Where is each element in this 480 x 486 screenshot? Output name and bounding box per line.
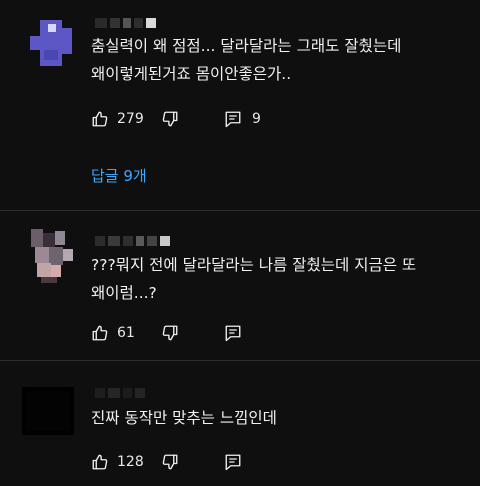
like-count: 128 — [117, 454, 144, 470]
comment-2: ???뭐지 전에 달라달라는 나름 잘췄는데 지금은 또 왜이럼...? 61 — [0, 211, 480, 359]
avatar[interactable] — [22, 14, 76, 68]
author-name[interactable] — [95, 382, 148, 398]
author-name[interactable] — [95, 230, 173, 246]
author-name[interactable] — [95, 12, 159, 28]
like-count: 279 — [117, 111, 144, 127]
thumbs-down-icon — [161, 110, 179, 128]
avatar[interactable] — [20, 381, 76, 437]
thumbs-down-icon — [161, 453, 179, 471]
comment-1: 춤실력이 왜 점점... 달라달라는 그래도 잘췄는데 왜이렇게된거죠 몸이안좋… — [0, 0, 480, 210]
comment-text: 진짜 동작만 맞추는 느낌인데 — [91, 409, 277, 427]
comment-actions: 279 9 — [91, 107, 471, 131]
comment-actions: 61 — [91, 321, 471, 345]
comment-text: ???뭐지 전에 달라달라는 나름 잘췄는데 지금은 또 왜이럼...? — [91, 256, 417, 302]
reply-icon — [224, 453, 242, 471]
reply-icon — [224, 110, 242, 128]
thumbs-up-icon — [91, 110, 109, 128]
reply-button[interactable]: 9 — [224, 107, 261, 131]
view-replies-link[interactable]: 답글 9개 — [91, 165, 147, 186]
like-button[interactable]: 279 — [91, 107, 144, 131]
thumbs-up-icon — [91, 453, 109, 471]
reply-icon — [224, 324, 242, 342]
avatar[interactable] — [27, 229, 77, 283]
comment-3: 진짜 동작만 맞추는 느낌인데 128 — [0, 361, 480, 486]
reply-button[interactable] — [224, 450, 242, 474]
dislike-button[interactable] — [161, 450, 179, 474]
reply-button[interactable] — [224, 321, 242, 345]
thumbs-down-icon — [161, 324, 179, 342]
comment-text: 춤실력이 왜 점점... 달라달라는 그래도 잘췄는데 왜이렇게된거죠 몸이안좋… — [91, 37, 402, 83]
thumbs-up-icon — [91, 324, 109, 342]
like-button[interactable]: 61 — [91, 321, 135, 345]
comment-actions: 128 — [91, 450, 471, 474]
dislike-button[interactable] — [161, 107, 179, 131]
reply-count: 9 — [252, 111, 261, 127]
like-button[interactable]: 128 — [91, 450, 144, 474]
like-count: 61 — [117, 325, 135, 341]
dislike-button[interactable] — [161, 321, 179, 345]
